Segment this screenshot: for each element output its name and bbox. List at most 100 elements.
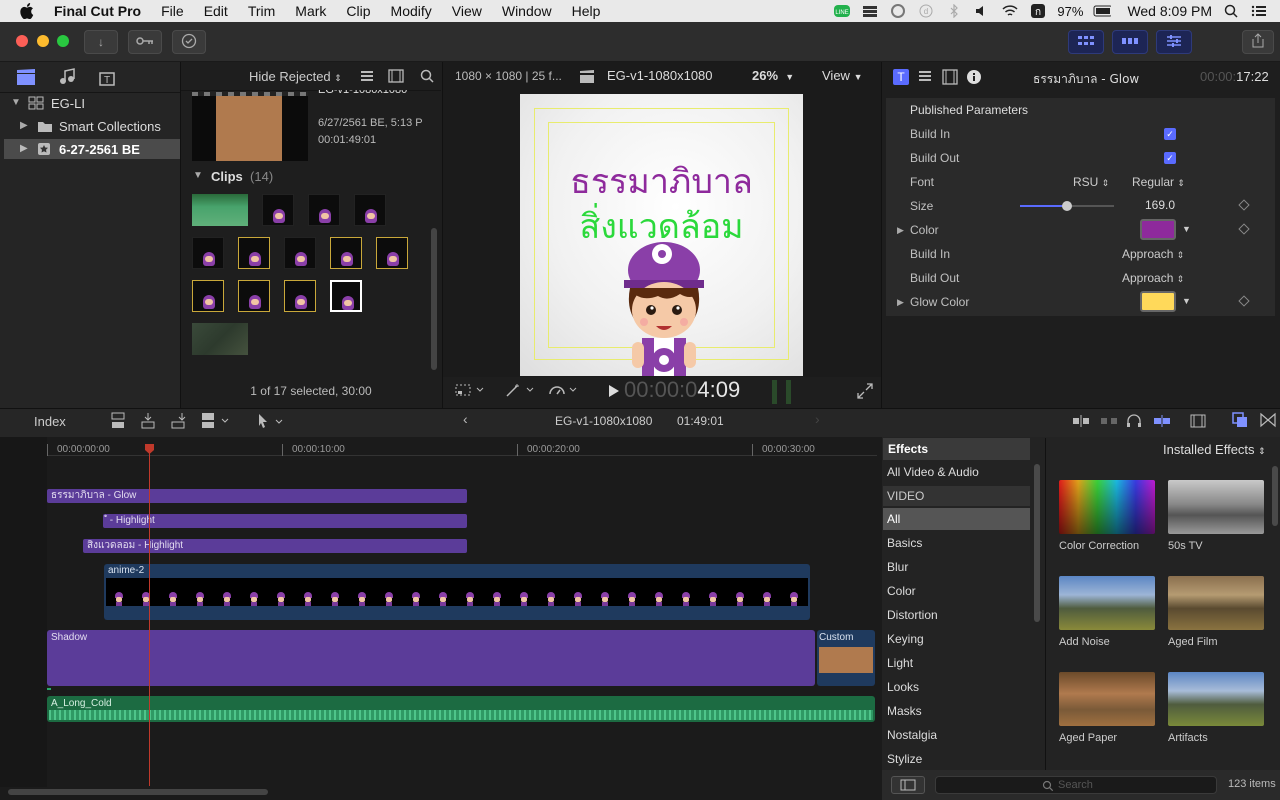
effects-browser-toggle-icon[interactable]	[1232, 412, 1248, 431]
search-icon[interactable]	[420, 69, 434, 86]
clip-thumbnail[interactable]	[376, 237, 408, 269]
font-family-popup[interactable]: RSU ⇕	[1073, 175, 1109, 189]
category-all-selected[interactable]	[883, 508, 1030, 530]
clock[interactable]: Wed 8:09 PM	[1127, 3, 1212, 19]
disclosure-triangle-open-icon[interactable]: ▼	[11, 97, 21, 108]
clip-thumbnail-selected[interactable]	[330, 280, 362, 312]
browser-scrollbar[interactable]	[431, 228, 437, 370]
effect-thumbnail[interactable]	[1059, 672, 1155, 726]
video-clip-custom[interactable]: Custom	[817, 630, 875, 686]
build-out-checkbox[interactable]: ✓	[1164, 152, 1176, 164]
viewer-timecode[interactable]: 00:00:04:09	[624, 377, 740, 403]
category-all[interactable]: All	[887, 512, 900, 526]
menu-trim[interactable]: Trim	[238, 0, 285, 22]
viewer-canvas[interactable]: ธรรมาภิบาล สิ่งแวดล้อม	[520, 94, 803, 376]
insert-clip-icon[interactable]	[140, 412, 156, 433]
clip-thumbnail[interactable]	[192, 237, 224, 269]
font-style-popup[interactable]: Regular ⇕	[1132, 175, 1185, 189]
effect-thumbnail[interactable]	[1059, 480, 1155, 534]
clip-thumbnail[interactable]	[354, 194, 386, 226]
menu-window[interactable]: Window	[492, 0, 562, 22]
build-out-popup[interactable]: Approach ⇕	[1122, 271, 1184, 285]
disclosure-triangle-closed-icon[interactable]: ▶	[897, 297, 904, 308]
overwrite-clip-icon[interactable]	[200, 412, 234, 433]
list-view-icon[interactable]	[360, 70, 374, 85]
play-icon[interactable]	[608, 384, 620, 401]
skimming-icon[interactable]	[1072, 414, 1090, 431]
category-stylize[interactable]: Stylize	[887, 752, 922, 766]
clip-thumbnail[interactable]	[192, 280, 224, 312]
zoom-popup[interactable]: 26% ▼	[752, 68, 794, 83]
chevron-down-icon[interactable]: ▼	[1182, 296, 1191, 306]
spotlight-search-icon[interactable]	[1222, 4, 1240, 18]
magic-wand-icon[interactable]	[505, 382, 535, 401]
menu-mark[interactable]: Mark	[285, 0, 336, 22]
text-lines-icon[interactable]	[918, 70, 932, 87]
volume-icon[interactable]	[973, 4, 991, 18]
share-button[interactable]	[1242, 30, 1274, 54]
library-name[interactable]: EG-LI	[51, 96, 85, 111]
effect-thumbnail[interactable]	[1168, 480, 1264, 534]
timeline-toggle-button[interactable]	[1112, 30, 1148, 54]
video-clip-anime[interactable]: anime-2	[104, 564, 810, 620]
categories-scrollbar[interactable]	[1034, 464, 1040, 622]
category-all-video-audio[interactable]: All Video & Audio	[887, 465, 979, 479]
menu-view[interactable]: View	[442, 0, 492, 22]
wifi-icon[interactable]	[1001, 4, 1019, 18]
keyboard-input-icon[interactable]: ก	[1029, 4, 1047, 18]
notification-center-icon[interactable]	[1250, 4, 1268, 18]
category-light[interactable]: Light	[887, 656, 913, 670]
sidebar-toggle-button[interactable]	[891, 776, 925, 794]
transform-tool-icon[interactable]	[455, 383, 485, 400]
timeline-scrollbar[interactable]	[8, 789, 268, 795]
titles-generators-icon[interactable]: T	[98, 68, 118, 89]
effects-search-input[interactable]: Search	[935, 776, 1217, 794]
view-popup[interactable]: View ▼	[822, 68, 863, 83]
playhead[interactable]	[149, 444, 150, 786]
category-color[interactable]: Color	[887, 584, 916, 598]
project-thumbnail[interactable]	[192, 92, 308, 161]
smart-collections-item[interactable]: Smart Collections	[59, 119, 161, 134]
clip-thumbnail[interactable]	[262, 194, 294, 226]
index-button[interactable]: Index	[34, 414, 66, 429]
creative-cloud-icon[interactable]	[889, 4, 907, 18]
menu-edit[interactable]: Edit	[194, 0, 238, 22]
clip-thumbnail-blurred[interactable]	[192, 323, 248, 355]
clip-thumbnail[interactable]	[308, 194, 340, 226]
append-clip-icon[interactable]	[170, 412, 186, 433]
music-photos-icon[interactable]	[57, 68, 77, 89]
line-icon[interactable]: LINE	[833, 4, 851, 18]
minimize-window-button[interactable]	[37, 35, 49, 47]
effect-thumbnail[interactable]	[1168, 576, 1264, 630]
text-inspector-tab[interactable]: T	[893, 69, 909, 85]
history-forward-button[interactable]: ›	[815, 411, 820, 427]
connect-clip-icon[interactable]	[110, 412, 126, 433]
category-keying[interactable]: Keying	[887, 632, 924, 646]
category-looks[interactable]: Looks	[887, 680, 919, 694]
size-value[interactable]: 169.0	[1145, 198, 1175, 212]
effects-scrollbar[interactable]	[1272, 466, 1278, 526]
headphones-icon[interactable]	[1126, 414, 1142, 431]
build-in-checkbox[interactable]: ✓	[1164, 128, 1176, 140]
battery-icon[interactable]	[1093, 4, 1112, 18]
menu-modify[interactable]: Modify	[381, 0, 442, 22]
video-clip-shadow[interactable]: Shadow	[47, 630, 815, 686]
info-icon[interactable]	[966, 69, 982, 88]
category-distortion[interactable]: Distortion	[887, 608, 938, 622]
disclosure-triangle-closed-icon[interactable]: ▶	[20, 143, 28, 154]
clip-thumbnail[interactable]	[284, 280, 316, 312]
clip-thumbnail[interactable]	[330, 237, 362, 269]
category-basics[interactable]: Basics	[887, 536, 922, 550]
d-icon[interactable]: d	[917, 4, 935, 18]
filter-popup[interactable]: Hide Rejected ⇕	[249, 69, 342, 84]
clips-disclosure-icon[interactable]: ▼	[193, 170, 203, 181]
browser-toggle-button[interactable]	[1068, 30, 1104, 54]
menu-file[interactable]: File	[151, 0, 194, 22]
select-tool-icon[interactable]	[256, 412, 286, 433]
zoom-window-button[interactable]	[57, 35, 69, 47]
stack-icon[interactable]	[861, 4, 879, 18]
event-name[interactable]: 6-27-2561 BE	[59, 142, 140, 157]
title-clip-glow[interactable]: ธรรมาภิบาล - Glow	[47, 489, 467, 503]
background-tasks-button[interactable]	[172, 30, 206, 54]
menu-app[interactable]: Final Cut Pro	[46, 0, 151, 22]
